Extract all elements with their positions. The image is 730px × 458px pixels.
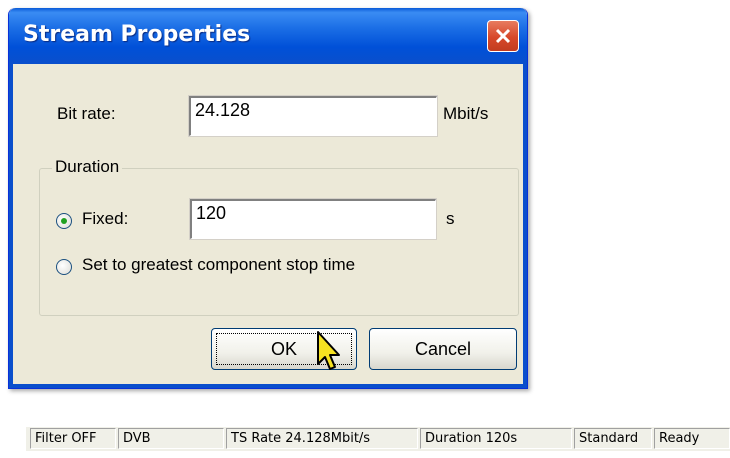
radio-selected-dot <box>61 218 67 224</box>
bitrate-unit: Mbit/s <box>443 104 489 123</box>
duration-groupbox: Duration Fixed: 120 s Set to greatest co… <box>39 157 519 316</box>
fixed-unit: s <box>446 209 455 228</box>
fixed-label: Fixed: <box>82 209 129 228</box>
status-panel-duration: Duration 120s <box>420 428 572 449</box>
status-panel-filter: Filter OFF <box>30 428 116 449</box>
cancel-button[interactable]: Cancel <box>369 328 517 370</box>
fixed-duration-input[interactable]: 120 <box>189 198 437 240</box>
bitrate-label: Bit rate: <box>57 104 116 123</box>
status-panel-ready: Ready <box>654 428 730 449</box>
duration-group-label: Duration <box>52 157 123 177</box>
dialog-title: Stream Properties <box>23 22 251 47</box>
bitrate-input[interactable]: 24.128 <box>188 95 438 137</box>
fixed-radio[interactable] <box>56 213 72 229</box>
stream-properties-dialog: Stream Properties Bit rate: 24.128 Mbit/… <box>8 8 528 389</box>
close-icon <box>495 28 511 44</box>
greatest-stop-time-radio[interactable] <box>56 259 72 275</box>
status-panel-standard-type: DVB <box>118 428 224 449</box>
mouse-pointer-icon <box>317 331 340 370</box>
close-button[interactable] <box>487 20 519 52</box>
status-panel-ts-rate: TS Rate 24.128Mbit/s <box>226 428 418 449</box>
status-panel-standard: Standard <box>574 428 652 449</box>
greatest-stop-time-label: Set to greatest component stop time <box>82 255 356 274</box>
dialog-client-area: Bit rate: 24.128 Mbit/s Duration Fixed: … <box>9 64 527 388</box>
title-bar[interactable]: Stream Properties <box>9 8 527 64</box>
status-bar: Filter OFF DVB TS Rate 24.128Mbit/s Dura… <box>26 426 730 451</box>
